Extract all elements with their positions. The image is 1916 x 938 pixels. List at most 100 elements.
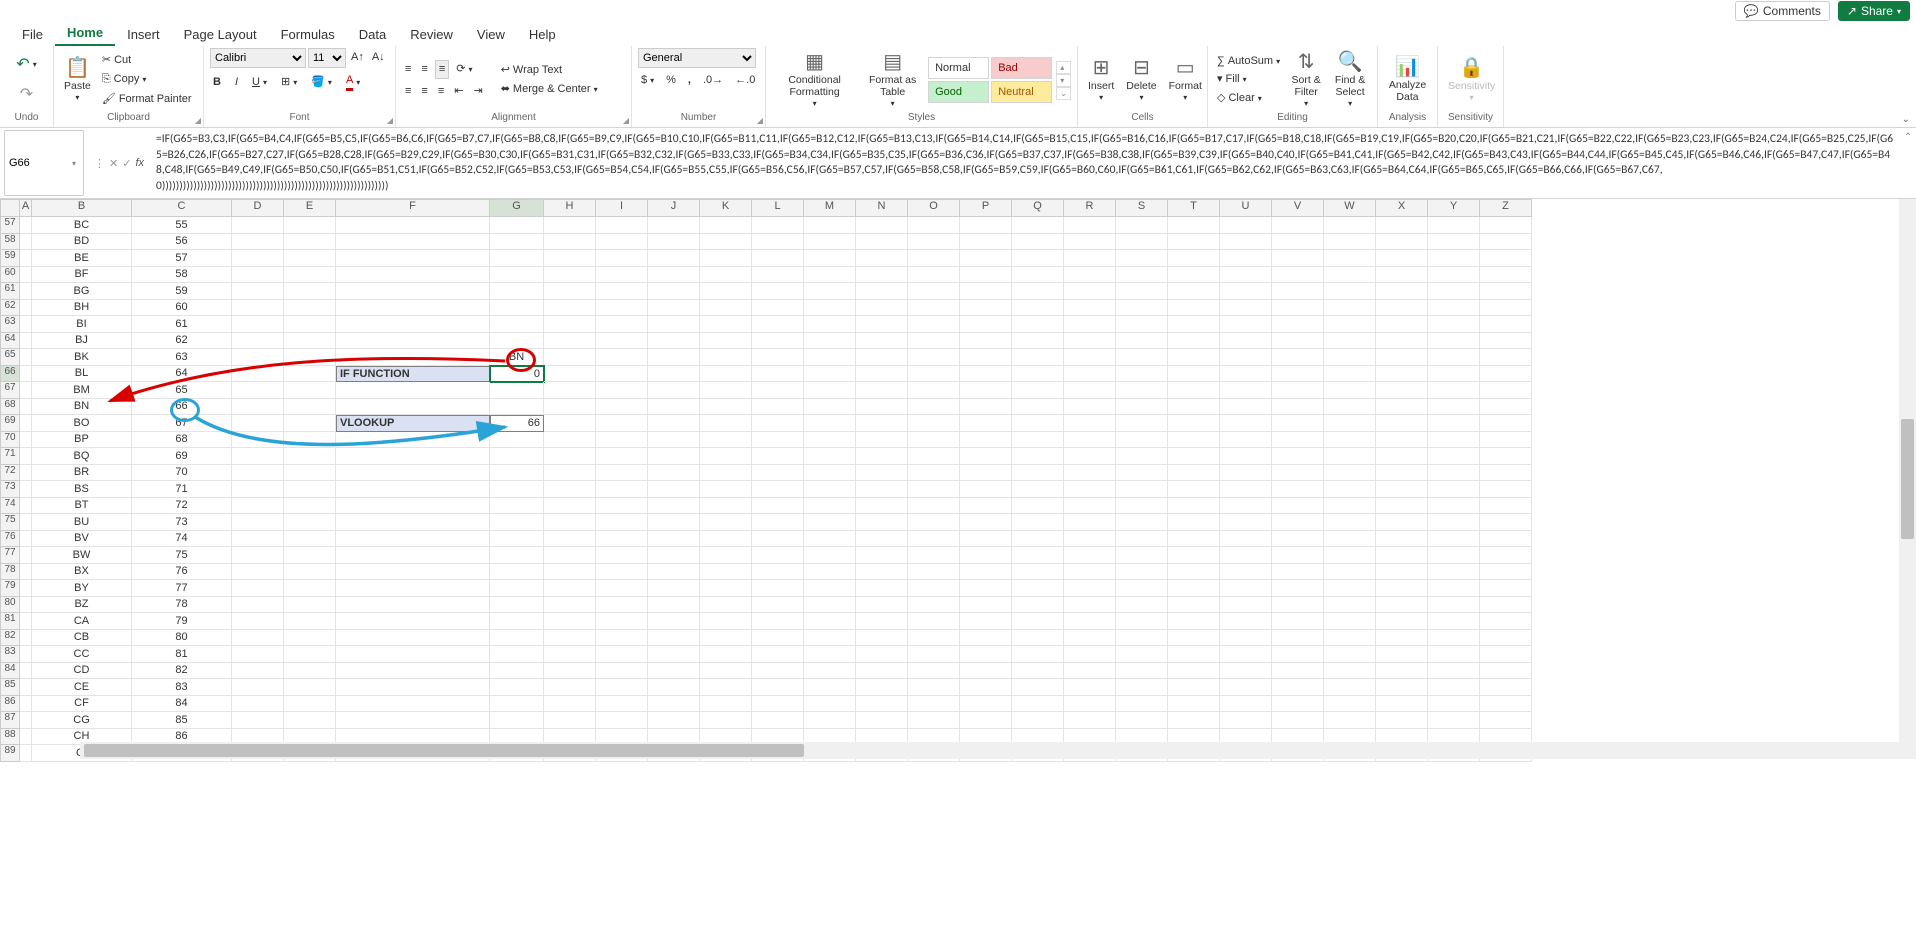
cell-O58[interactable] — [908, 234, 960, 251]
cell-K86[interactable] — [700, 696, 752, 713]
cell-S61[interactable] — [1116, 283, 1168, 300]
cell-Y57[interactable] — [1428, 217, 1480, 234]
cell-Z73[interactable] — [1480, 481, 1532, 498]
cell-L80[interactable] — [752, 597, 804, 614]
cell-V63[interactable] — [1272, 316, 1324, 333]
row-header-81[interactable]: 81 — [0, 613, 20, 630]
cell-N74[interactable] — [856, 498, 908, 515]
cell-D63[interactable] — [232, 316, 284, 333]
cell-Q75[interactable] — [1012, 514, 1064, 531]
cell-X78[interactable] — [1376, 564, 1428, 581]
cell-L85[interactable] — [752, 679, 804, 696]
cell-W77[interactable] — [1324, 547, 1376, 564]
cell-T75[interactable] — [1168, 514, 1220, 531]
cell-V66[interactable] — [1272, 366, 1324, 383]
cell-H82[interactable] — [544, 630, 596, 647]
cell-E64[interactable] — [284, 333, 336, 350]
cell-J57[interactable] — [648, 217, 700, 234]
number-dialog-launcher[interactable]: ◢ — [757, 116, 763, 125]
cell-J83[interactable] — [648, 646, 700, 663]
cell-G74[interactable] — [490, 498, 544, 515]
cell-Z87[interactable] — [1480, 712, 1532, 729]
cell-E63[interactable] — [284, 316, 336, 333]
cell-N75[interactable] — [856, 514, 908, 531]
hscroll-thumb[interactable] — [84, 744, 804, 757]
cell-D72[interactable] — [232, 465, 284, 482]
cell-M87[interactable] — [804, 712, 856, 729]
tab-home[interactable]: Home — [55, 21, 115, 46]
cell-C82[interactable]: 80 — [132, 630, 232, 647]
cell-A74[interactable] — [20, 498, 32, 515]
cell-S74[interactable] — [1116, 498, 1168, 515]
cell-S69[interactable] — [1116, 415, 1168, 432]
col-header-U[interactable]: U — [1220, 199, 1272, 217]
tab-view[interactable]: View — [465, 23, 517, 46]
cell-R61[interactable] — [1064, 283, 1116, 300]
align-left-button[interactable]: ≡ — [402, 83, 414, 100]
cell-K84[interactable] — [700, 663, 752, 680]
cell-K76[interactable] — [700, 531, 752, 548]
cell-Y70[interactable] — [1428, 432, 1480, 449]
col-header-M[interactable]: M — [804, 199, 856, 217]
cell-N71[interactable] — [856, 448, 908, 465]
cell-K82[interactable] — [700, 630, 752, 647]
cell-X80[interactable] — [1376, 597, 1428, 614]
row-header-87[interactable]: 87 — [0, 712, 20, 729]
cell-Y72[interactable] — [1428, 465, 1480, 482]
cell-F85[interactable] — [336, 679, 490, 696]
cell-Q84[interactable] — [1012, 663, 1064, 680]
cell-C73[interactable]: 71 — [132, 481, 232, 498]
cell-G67[interactable] — [490, 382, 544, 399]
cell-Z86[interactable] — [1480, 696, 1532, 713]
name-box-dropdown[interactable]: ▾ — [69, 159, 79, 168]
cell-N58[interactable] — [856, 234, 908, 251]
cell-I60[interactable] — [596, 267, 648, 284]
cell-N60[interactable] — [856, 267, 908, 284]
cell-P80[interactable] — [960, 597, 1012, 614]
cell-L76[interactable] — [752, 531, 804, 548]
cell-G59[interactable] — [490, 250, 544, 267]
cell-Z66[interactable] — [1480, 366, 1532, 383]
cell-T66[interactable] — [1168, 366, 1220, 383]
cell-K57[interactable] — [700, 217, 752, 234]
cell-G83[interactable] — [490, 646, 544, 663]
cell-L77[interactable] — [752, 547, 804, 564]
cell-L87[interactable] — [752, 712, 804, 729]
cell-C78[interactable]: 76 — [132, 564, 232, 581]
cell-H76[interactable] — [544, 531, 596, 548]
cell-S70[interactable] — [1116, 432, 1168, 449]
tab-page-layout[interactable]: Page Layout — [172, 23, 269, 46]
cell-L61[interactable] — [752, 283, 804, 300]
cell-D59[interactable] — [232, 250, 284, 267]
cell-M62[interactable] — [804, 300, 856, 317]
clear-button[interactable]: ◇Clear▾ — [1214, 90, 1283, 107]
sort-filter-button[interactable]: ⇅Sort & Filter▾ — [1287, 49, 1325, 111]
cell-X58[interactable] — [1376, 234, 1428, 251]
cell-H74[interactable] — [544, 498, 596, 515]
cell-G76[interactable] — [490, 531, 544, 548]
cell-C86[interactable]: 84 — [132, 696, 232, 713]
cell-E68[interactable] — [284, 399, 336, 416]
cell-I75[interactable] — [596, 514, 648, 531]
cell-L63[interactable] — [752, 316, 804, 333]
cell-R71[interactable] — [1064, 448, 1116, 465]
cell-M77[interactable] — [804, 547, 856, 564]
cell-B66[interactable]: BL — [32, 366, 132, 383]
cell-Y60[interactable] — [1428, 267, 1480, 284]
cell-V85[interactable] — [1272, 679, 1324, 696]
cell-R78[interactable] — [1064, 564, 1116, 581]
cell-H68[interactable] — [544, 399, 596, 416]
cell-O76[interactable] — [908, 531, 960, 548]
cell-O77[interactable] — [908, 547, 960, 564]
increase-indent-button[interactable]: ⇥ — [470, 83, 485, 100]
cell-U83[interactable] — [1220, 646, 1272, 663]
cell-H69[interactable] — [544, 415, 596, 432]
cell-V67[interactable] — [1272, 382, 1324, 399]
cell-U69[interactable] — [1220, 415, 1272, 432]
cell-J78[interactable] — [648, 564, 700, 581]
cell-W58[interactable] — [1324, 234, 1376, 251]
cell-V75[interactable] — [1272, 514, 1324, 531]
cell-Y82[interactable] — [1428, 630, 1480, 647]
cell-R74[interactable] — [1064, 498, 1116, 515]
cell-Y75[interactable] — [1428, 514, 1480, 531]
